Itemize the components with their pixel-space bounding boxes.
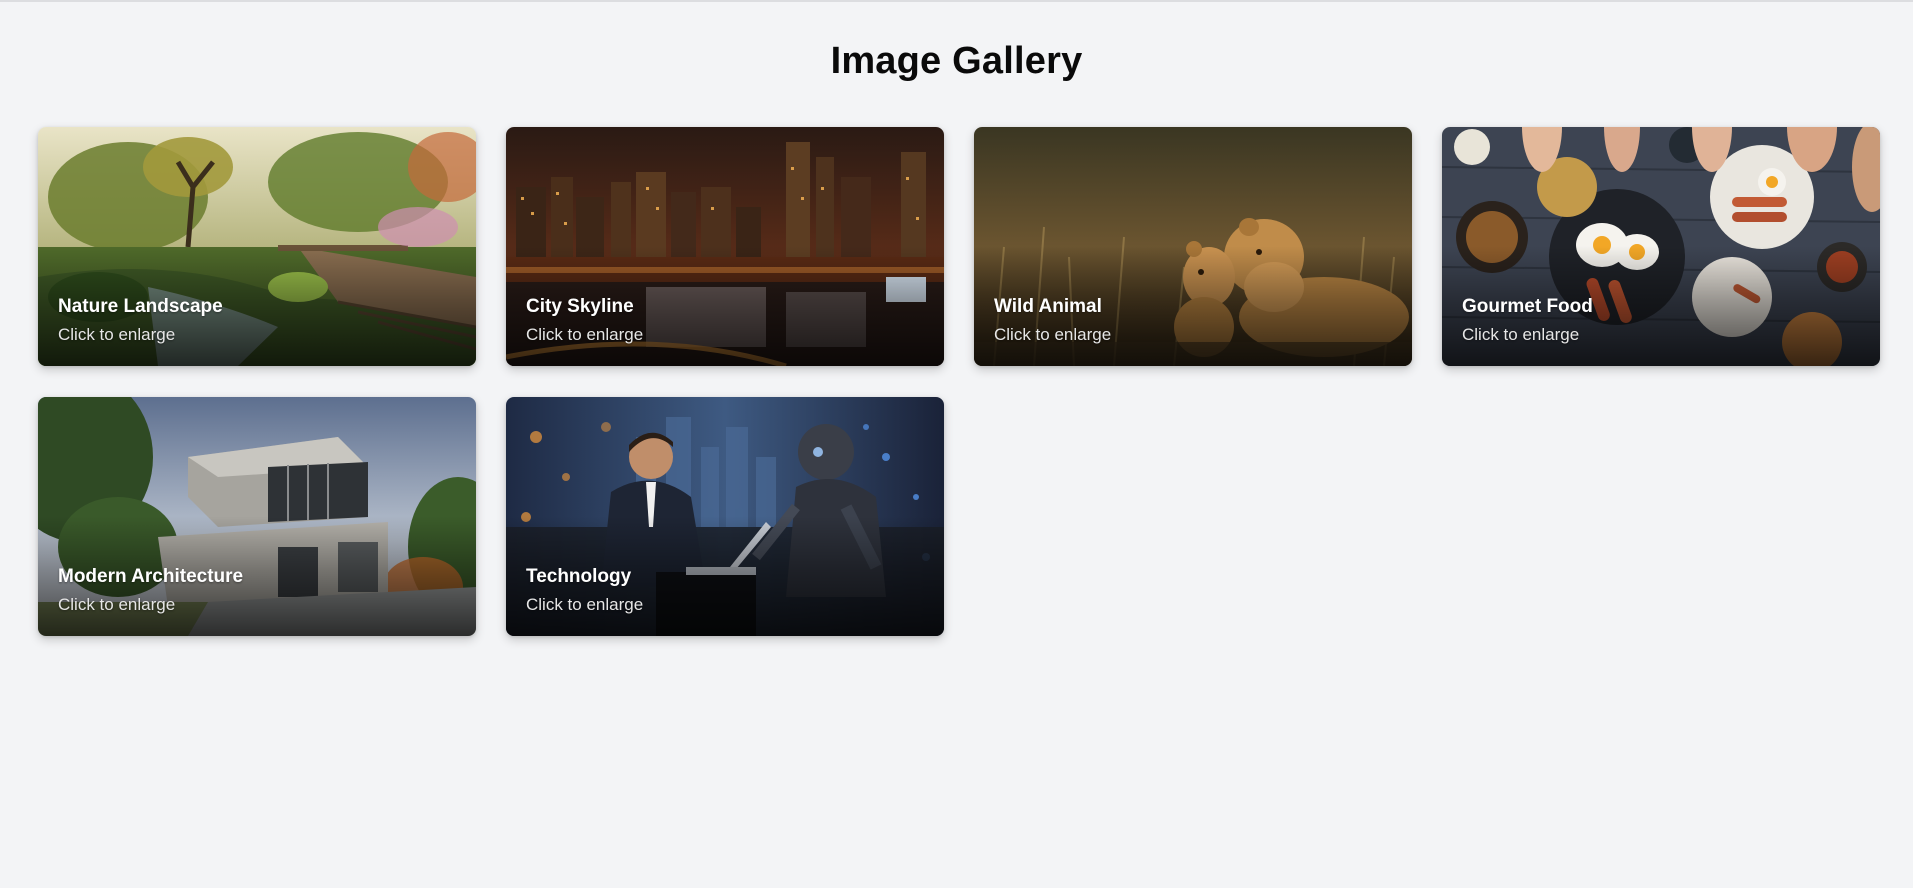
card-subtitle: Click to enlarge (526, 595, 644, 614)
card-subtitle: Click to enlarge (58, 325, 176, 344)
gallery-card-modern-architecture[interactable]: Modern Architecture Click to enlarge (38, 397, 476, 636)
card-title: Modern Architecture (58, 566, 244, 587)
gallery-card-nature-landscape[interactable]: Nature Landscape Click to enlarge (38, 127, 476, 366)
card-subtitle: Click to enlarge (526, 325, 644, 344)
card-subtitle: Click to enlarge (58, 595, 176, 614)
gallery-card-wild-animal[interactable]: Wild Animal Click to enlarge (974, 127, 1412, 366)
card-title: Nature Landscape (58, 296, 223, 317)
card-title: City Skyline (526, 296, 634, 317)
card-subtitle: Click to enlarge (1462, 325, 1580, 344)
gallery-card-technology[interactable]: Technology Click to enlarge (506, 397, 944, 636)
card-title: Wild Animal (994, 296, 1102, 317)
card-title: Gourmet Food (1462, 296, 1593, 317)
card-subtitle: Click to enlarge (994, 325, 1112, 344)
card-title: Technology (526, 566, 632, 587)
top-border (0, 0, 1913, 2)
gallery-grid: Nature Landscape Click to enlarge City S… (38, 127, 1880, 636)
gallery-card-gourmet-food[interactable]: Gourmet Food Click to enlarge (1442, 127, 1880, 366)
gallery-card-city-skyline[interactable]: City Skyline Click to enlarge (506, 127, 944, 366)
page-title: Image Gallery (830, 40, 1083, 82)
